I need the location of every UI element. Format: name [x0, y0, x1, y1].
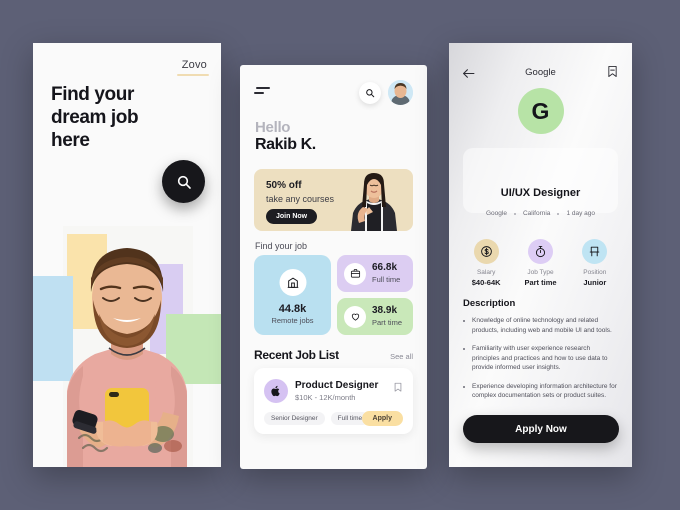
bullet-dot: [463, 320, 465, 322]
greeting-text: Hello: [255, 119, 291, 136]
description-item: Experience developing information archit…: [463, 382, 619, 401]
description-item: Knowledge of online technology and relat…: [463, 316, 619, 335]
briefcase-icon: [344, 262, 366, 285]
stat-card-part-time[interactable]: 38.9k Part time: [337, 298, 413, 335]
job-title: UI/UX Designer: [500, 187, 581, 199]
job-attributes: Salary $40-64K Job Type Part time Positi…: [459, 239, 622, 287]
join-now-button[interactable]: Join Now: [266, 209, 318, 224]
person-illustration: [67, 248, 187, 467]
job-meta: Google California 1 day ago: [449, 210, 632, 217]
bullet-text: Knowledge of online technology and relat…: [472, 317, 612, 334]
stat-label: Full time: [372, 275, 401, 284]
description-item: Familiarity with user experience researc…: [463, 344, 619, 373]
bookmark-icon[interactable]: [607, 65, 618, 78]
hero-photo: [33, 226, 221, 467]
bullet-dot: [463, 348, 465, 350]
promo-person-illustration: [351, 173, 397, 231]
attribute-value: Junior: [583, 278, 607, 287]
recent-job-list-title: Recent Job List: [254, 348, 339, 362]
bullet-text: Familiarity with user experience researc…: [472, 345, 608, 371]
building-icon: [279, 269, 306, 296]
dollar-icon: [473, 239, 499, 264]
stat-card-full-time[interactable]: 66.8k Full time: [337, 255, 413, 292]
meta-posted: 1 day ago: [566, 210, 595, 217]
onboarding-headline: Find your dream job here: [51, 84, 139, 151]
stat-value: 66.8k: [372, 262, 398, 273]
job-salary: $10K - 12K/month: [295, 393, 356, 402]
search-icon: [366, 89, 375, 98]
job-summary-card: [463, 148, 618, 213]
avatar-image: [388, 80, 413, 105]
phone-screen-onboarding: Zovo Find your dream job here: [33, 43, 221, 467]
meta-company: Google: [486, 210, 507, 217]
description-list: Knowledge of online technology and relat…: [463, 316, 619, 410]
phone-screen-job-detail: Google G UI/UX Designer Google Californi…: [449, 43, 632, 467]
search-button[interactable]: [359, 82, 381, 104]
attribute-key: Salary: [476, 269, 496, 276]
attribute-job-type: Job Type Part time: [513, 239, 567, 287]
meta-location: California: [522, 210, 551, 217]
stat-value: 44.8k: [278, 303, 307, 315]
chair-icon: [582, 239, 608, 264]
meta-separator: [513, 212, 516, 215]
job-title: Product Designer: [295, 380, 379, 391]
heart-icon: [344, 305, 366, 328]
phone-screen-home: Hello Rakib K. 50% off take any courses …: [240, 65, 427, 469]
job-tags: Senior Designer Full time: [264, 412, 370, 425]
apply-now-button[interactable]: Apply Now: [463, 415, 619, 443]
stat-value: 38.9k: [372, 305, 398, 316]
app-logo: Zovo: [181, 59, 207, 71]
user-name: Rakib K.: [255, 136, 316, 153]
promo-subtitle: take any courses: [266, 194, 335, 204]
promo-banner[interactable]: 50% off take any courses Join Now: [254, 169, 413, 231]
attribute-value: $40-64K: [471, 278, 501, 287]
find-job-label: Find your job: [255, 241, 308, 251]
attribute-key: Job Type: [527, 269, 554, 276]
attribute-value: Part time: [524, 278, 557, 287]
search-icon: [177, 175, 191, 189]
see-all-link[interactable]: See all: [390, 352, 413, 361]
home-header: [240, 65, 427, 110]
job-tag: Senior Designer: [264, 412, 325, 425]
avatar[interactable]: [388, 80, 413, 105]
meta-separator: [557, 212, 560, 215]
stat-label: Remote jobs: [271, 316, 314, 325]
promo-title: 50% off: [266, 180, 302, 191]
attribute-position: Position Junior: [568, 239, 622, 287]
logo-underline: [177, 74, 209, 76]
bookmark-icon[interactable]: [393, 381, 403, 393]
page-title: Google: [525, 67, 556, 78]
menu-icon[interactable]: [254, 87, 270, 97]
attribute-salary: Salary $40-64K: [459, 239, 513, 287]
stopwatch-icon: [527, 239, 553, 264]
stat-card-remote-jobs[interactable]: 44.8k Remote jobs: [254, 255, 331, 335]
stat-label: Part time: [372, 318, 403, 327]
bullet-text: Experience developing information archit…: [472, 382, 617, 400]
bullet-dot: [463, 385, 465, 388]
mockup-stage: Zovo Find your dream job here Hello Raki…: [0, 0, 680, 510]
search-button[interactable]: [162, 160, 205, 203]
apple-icon: [264, 379, 288, 403]
attribute-key: Position: [583, 269, 607, 276]
apply-button[interactable]: Apply: [361, 411, 403, 426]
description-title: Description: [463, 298, 516, 309]
company-logo: G: [517, 88, 564, 134]
job-list-item[interactable]: Product Designer $10K - 12K/month Senior…: [254, 368, 413, 434]
